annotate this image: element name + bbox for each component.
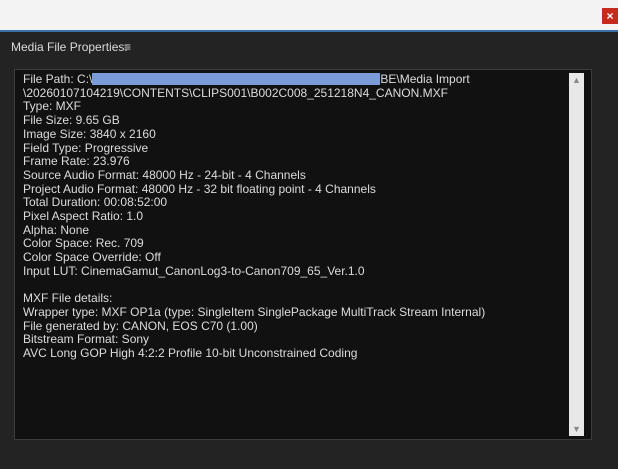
- input-lut-line: Input LUT: CinemaGamut_CanonLog3-to-Cano…: [23, 263, 365, 278]
- panel-title: Media File Properties:: [11, 40, 128, 54]
- properties-text-box[interactable]: File Path: C:\ BE\Media Import \202601071…: [14, 69, 592, 440]
- vertical-scrollbar[interactable]: ▲ ▼: [569, 73, 584, 436]
- project-audio-line: Project Audio Format: 48000 Hz - 32 bit …: [23, 181, 376, 196]
- codec-line: AVC Long GOP High 4:2:2 Profile 10-bit U…: [23, 346, 358, 361]
- color-space-override-line: Color Space Override: Off: [23, 250, 161, 265]
- scroll-down-arrow-icon[interactable]: ▼: [569, 422, 584, 436]
- source-audio-line: Source Audio Format: 48000 Hz - 24-bit -…: [23, 167, 306, 182]
- properties-text: File Path: C:\ BE\Media Import \202601071…: [23, 72, 563, 361]
- file-path-suffix: BE\Media Import: [380, 72, 470, 86]
- hamburger-menu-icon[interactable]: ≡: [124, 40, 131, 54]
- pixel-aspect-line: Pixel Aspect Ratio: 1.0: [23, 209, 144, 224]
- field-type-line: Field Type: Progressive: [23, 140, 149, 155]
- file-path-prefix: File Path: C:\: [23, 72, 93, 86]
- alpha-line: Alpha: None: [23, 222, 90, 237]
- scroll-up-arrow-icon[interactable]: ▲: [569, 73, 584, 87]
- bitstream-line: Bitstream Format: Sony: [23, 332, 150, 347]
- type-line: Type: MXF: [23, 99, 82, 114]
- total-duration-line: Total Duration: 00:08:52:00: [23, 195, 168, 210]
- close-button[interactable]: ×: [602, 8, 618, 24]
- generated-by-line: File generated by: CANON, EOS C70 (1.00): [23, 318, 258, 333]
- mxf-details-header: MXF File details:: [23, 291, 113, 306]
- file-path-line2: \20260107104219\CONTENTS\CLIPS001\B002C0…: [23, 85, 448, 100]
- image-size-line: Image Size: 3840 x 2160: [23, 126, 156, 141]
- color-space-line: Color Space: Rec. 709: [23, 236, 144, 251]
- window-titlebar: ×: [0, 0, 618, 32]
- panel-header: Media File Properties: ≡: [0, 32, 618, 62]
- wrapper-type-line: Wrapper type: MXF OP1a (type: SingleItem…: [23, 304, 486, 319]
- redacted-path-block: [92, 73, 381, 85]
- file-size-line: File Size: 9.65 GB: [23, 113, 120, 128]
- frame-rate-line: Frame Rate: 23.976: [23, 154, 130, 169]
